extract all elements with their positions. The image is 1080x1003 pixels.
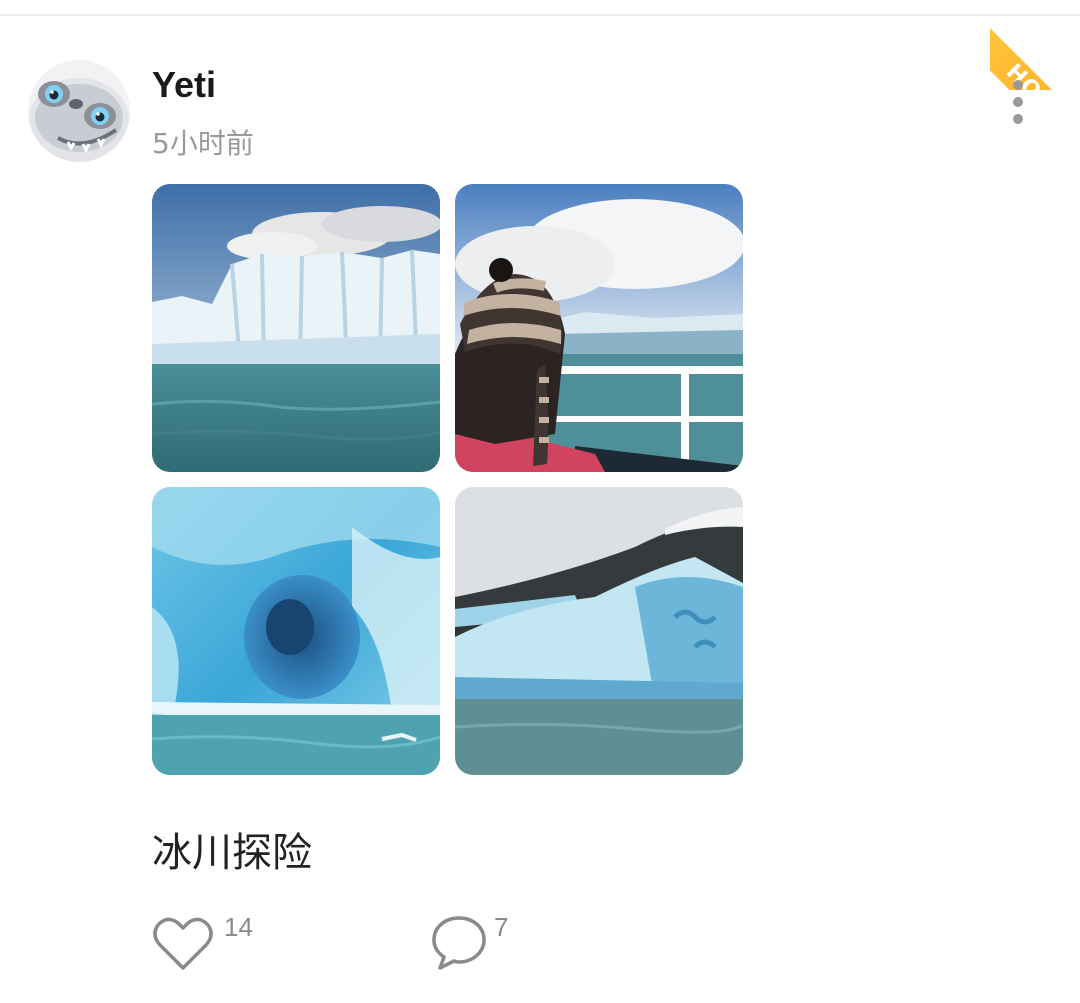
like-count: 14 — [224, 912, 253, 942]
photo-ice-cave[interactable] — [152, 487, 440, 775]
author-avatar[interactable] — [28, 60, 130, 162]
iceberg-photo — [455, 487, 743, 775]
top-divider — [0, 14, 1080, 16]
author-name[interactable]: Yeti — [152, 64, 216, 106]
photo-boat-passenger[interactable] — [455, 184, 743, 472]
photo-iceberg[interactable] — [455, 487, 743, 775]
boat-passenger-photo — [455, 184, 743, 472]
comment-button[interactable]: 7 — [430, 912, 550, 972]
yeti-avatar-icon — [28, 60, 130, 162]
comment-bubble-icon — [432, 916, 486, 970]
ice-cave-photo — [152, 487, 440, 775]
post-caption: 冰川探险 — [152, 830, 312, 876]
post-timestamp: 5小时前 — [152, 127, 254, 160]
photo-glacier-wall[interactable] — [152, 184, 440, 472]
more-options-button[interactable] — [1000, 74, 1036, 130]
glacier-wall-photo — [152, 184, 440, 472]
comment-count: 7 — [494, 912, 509, 942]
like-button[interactable]: 14 — [152, 912, 272, 972]
heart-icon — [153, 917, 213, 970]
